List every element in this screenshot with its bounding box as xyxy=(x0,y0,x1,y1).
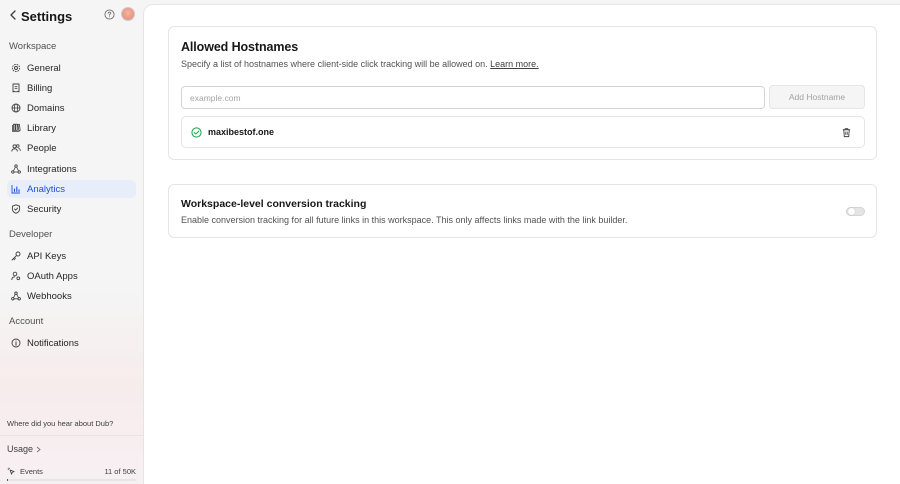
sidebar-item-label: OAuth Apps xyxy=(27,270,78,282)
sidebar-item-webhooks[interactable]: Webhooks xyxy=(7,287,136,305)
sidebar-item-api-keys[interactable]: API Keys xyxy=(7,247,136,265)
sidebar-item-label: General xyxy=(27,62,61,74)
users-icon xyxy=(11,143,21,153)
conversion-tracking-card: Workspace-level conversion tracking Enab… xyxy=(168,184,877,238)
chevron-left-icon xyxy=(10,10,16,20)
receipt-icon xyxy=(11,83,21,93)
section-label-workspace: Workspace xyxy=(9,41,57,52)
sidebar-item-library[interactable]: Library xyxy=(7,119,136,137)
main-panel: Allowed Hostnames Specify a list of host… xyxy=(143,4,900,484)
sidebar-item-label: Webhooks xyxy=(27,290,72,302)
sidebar-item-general[interactable]: General xyxy=(7,59,136,77)
sidebar-title: Settings xyxy=(21,9,73,24)
sidebar-item-label: Billing xyxy=(27,82,53,94)
cursor-click-icon xyxy=(7,467,15,475)
help-icon[interactable] xyxy=(104,9,115,20)
conversion-tracking-description: Enable conversion tracking for all futur… xyxy=(181,215,628,225)
sidebar-item-label: People xyxy=(27,142,57,154)
user-gear-icon xyxy=(11,271,21,281)
connected-dots-icon xyxy=(11,164,21,174)
hostname-text: maxibestof.one xyxy=(208,127,275,137)
sidebar-item-label: API Keys xyxy=(27,250,67,262)
sidebar-item-label: Security xyxy=(27,203,62,215)
trash-icon[interactable] xyxy=(841,127,852,138)
sidebar-item-label: Library xyxy=(27,122,57,134)
sidebar-item-security[interactable]: Security xyxy=(7,200,136,218)
sidebar-item-billing[interactable]: Billing xyxy=(7,79,136,97)
conversion-tracking-toggle[interactable] xyxy=(846,207,865,216)
events-progress-fill xyxy=(7,479,8,481)
sidebar-item-label: Notifications xyxy=(27,337,79,349)
allowed-hostnames-title: Allowed Hostnames xyxy=(181,40,299,54)
chart-icon xyxy=(11,184,21,194)
avatar[interactable] xyxy=(121,7,135,21)
sidebar-item-notifications[interactable]: Notifications xyxy=(7,334,136,352)
globe-icon xyxy=(11,103,21,113)
key-icon xyxy=(11,251,21,261)
info-icon xyxy=(11,338,21,348)
sidebar-item-label: Analytics xyxy=(27,183,66,195)
toggle-knob xyxy=(848,208,855,215)
description-text: Specify a list of hostnames where client… xyxy=(181,59,488,69)
gear-icon xyxy=(11,63,21,73)
events-label: Events xyxy=(20,466,43,476)
hostname-input[interactable] xyxy=(181,86,765,109)
events-count: 11 of 50K xyxy=(104,466,136,476)
sidebar-divider xyxy=(0,435,143,436)
sidebar-item-oauth-apps[interactable]: OAuth Apps xyxy=(7,267,136,285)
check-circle-icon xyxy=(191,127,202,138)
sidebar-item-people[interactable]: People xyxy=(7,139,136,157)
promo-link[interactable]: Where did you hear about Dub? xyxy=(7,419,113,428)
add-hostname-button[interactable]: Add Hostname xyxy=(769,85,865,109)
sidebar-item-label: Integrations xyxy=(27,163,77,175)
section-label-account: Account xyxy=(9,316,44,327)
usage-button[interactable]: Usage xyxy=(7,444,41,454)
events-progress-bar xyxy=(7,479,136,481)
learn-more-link[interactable]: Learn more. xyxy=(490,59,539,69)
section-label-developer: Developer xyxy=(9,229,53,240)
shield-icon xyxy=(11,204,21,214)
sidebar-item-domains[interactable]: Domains xyxy=(7,99,136,117)
book-icon xyxy=(11,123,21,133)
usage-label: Usage xyxy=(7,444,34,454)
sidebar: Settings Workspace General Billing Domai… xyxy=(0,0,143,484)
chevron-right-icon xyxy=(36,446,41,452)
allowed-hostnames-card: Allowed Hostnames Specify a list of host… xyxy=(168,26,877,160)
back-button[interactable] xyxy=(6,8,20,22)
sidebar-item-integrations[interactable]: Integrations xyxy=(7,160,136,178)
hostname-list-item: maxibestof.one xyxy=(181,116,865,148)
allowed-hostnames-description: Specify a list of hostnames where client… xyxy=(181,59,539,69)
conversion-tracking-title: Workspace-level conversion tracking xyxy=(181,198,367,210)
sidebar-item-label: Domains xyxy=(27,102,65,114)
events-usage-row: Events 11 of 50K xyxy=(7,465,136,477)
sidebar-item-analytics[interactable]: Analytics xyxy=(7,180,136,198)
webhook-icon xyxy=(11,291,21,301)
